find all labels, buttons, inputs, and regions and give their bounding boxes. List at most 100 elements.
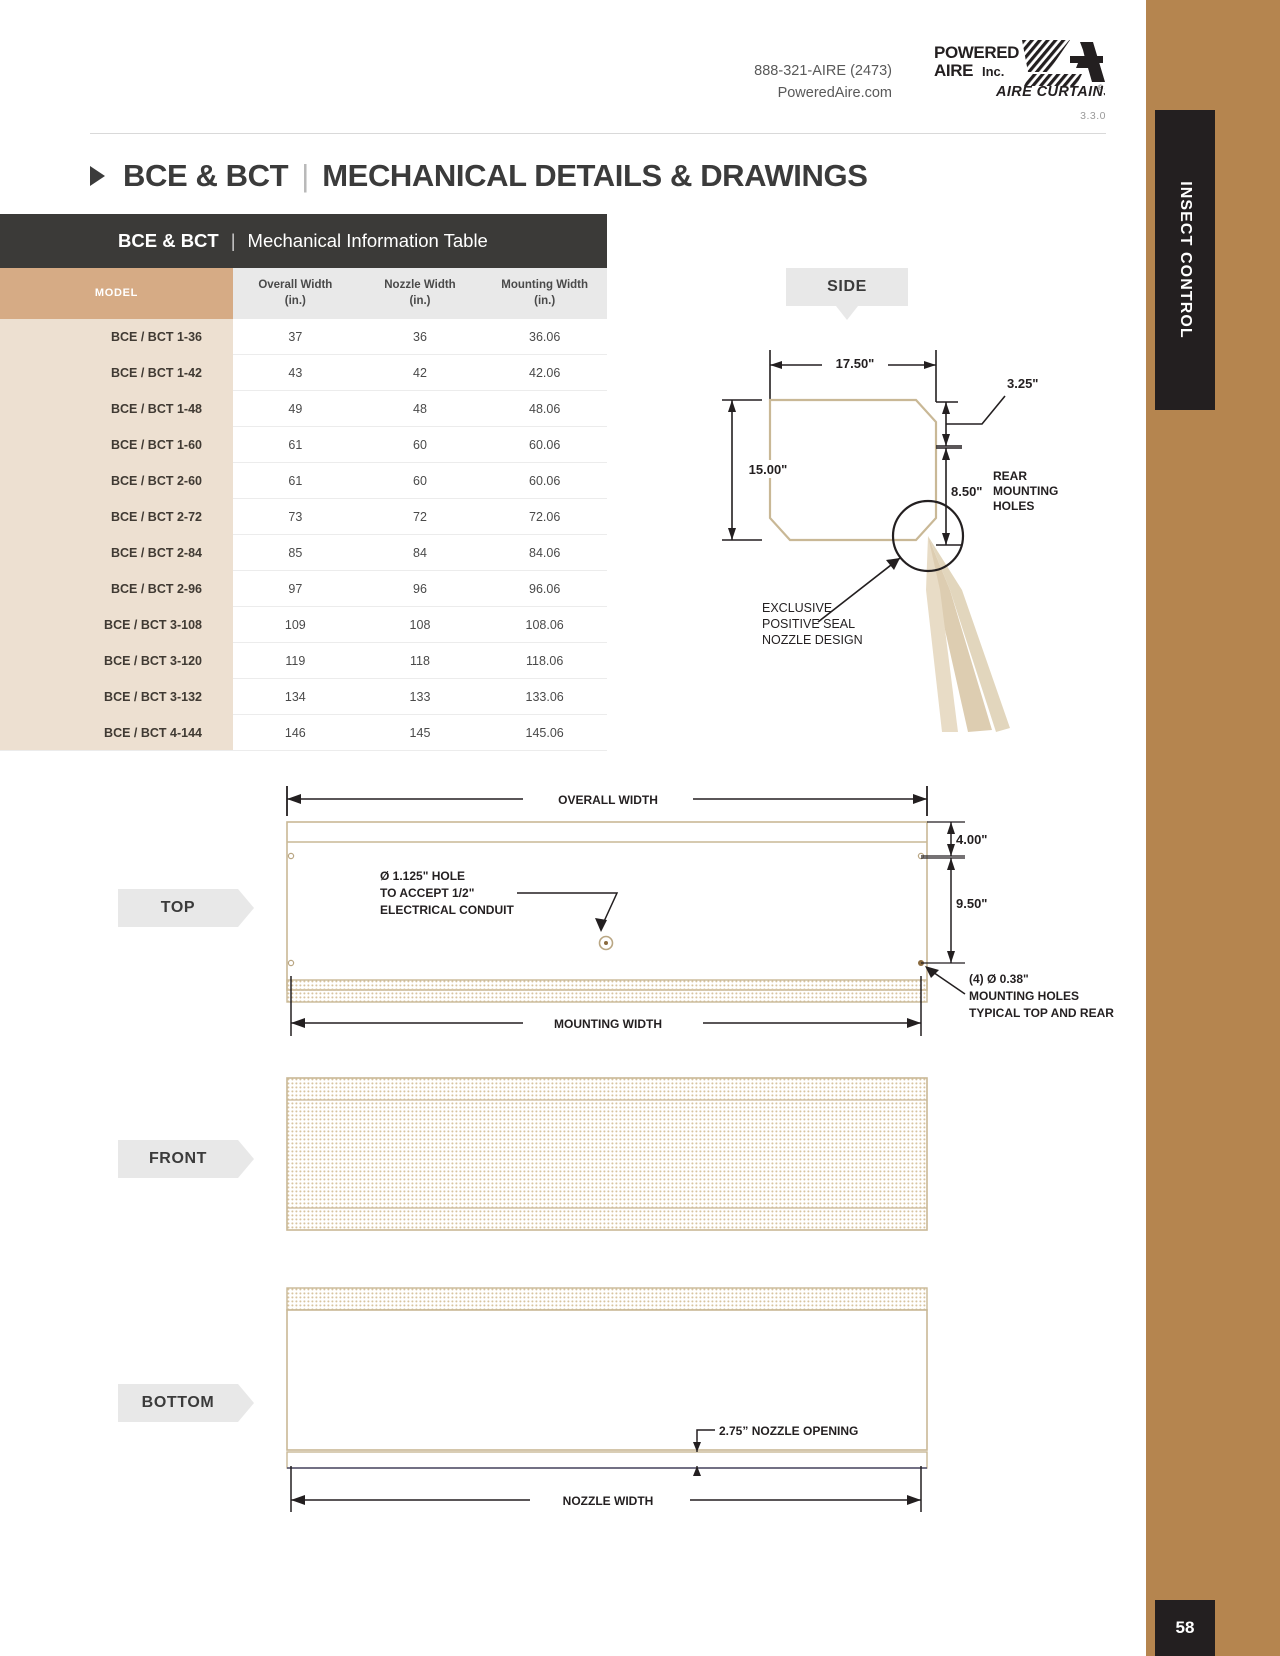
cell-model: BCE / BCT 2-72 — [0, 498, 233, 536]
cell-mounting: 84.06 — [482, 534, 607, 572]
cell-model: BCE / BCT 3-120 — [0, 642, 233, 680]
cell-overall: 37 — [233, 319, 358, 356]
table-row: BCE / BCT 3-108 109 108 108.06 — [0, 606, 607, 644]
svg-text:Inc.: Inc. — [982, 64, 1004, 79]
website-url: PoweredAire.com — [777, 85, 892, 102]
contact-info: 888-321-AIRE (2473) PoweredAire.com — [660, 60, 892, 105]
cell-nozzle: 145 — [357, 714, 483, 752]
cell-overall: 146 — [233, 714, 358, 752]
bottom-note-nozzle-opening: 2.75” NOZZLE OPENING — [719, 1424, 858, 1438]
table-row: BCE / BCT 1-48 49 48 48.06 — [0, 390, 607, 428]
table-row: BCE / BCT 2-96 97 96 96.06 — [0, 570, 607, 608]
bottom-view-drawing: 2.75” NOZZLE OPENING NOZZLE WIDTH — [286, 1287, 928, 1512]
svg-text:®: ® — [1098, 84, 1104, 92]
cell-mounting: 108.06 — [482, 606, 607, 644]
catalog-page: INSECT CONTROL 58 888-321-AIRE (2473) Po… — [0, 0, 1280, 1656]
cell-mounting: 118.06 — [482, 642, 607, 680]
category-tab-label: INSECT CONTROL — [1177, 181, 1194, 339]
side-view-drawing: 17.50" 15.00" 3.25" 8.50" REAR MOUNTING … — [722, 350, 1058, 732]
cell-nozzle: 72 — [357, 498, 483, 536]
top-note-conduit-line3: ELECTRICAL CONDUIT — [380, 903, 514, 917]
svg-text:AIRE CURTAINS: AIRE CURTAINS — [995, 84, 1105, 100]
cell-model: BCE / BCT 3-108 — [0, 606, 233, 644]
column-header-overall-line1: Overall Width — [258, 279, 333, 291]
phone-number: 888-321-AIRE (2473) — [754, 63, 892, 79]
top-note-conduit-line2: TO ACCEPT 1/2" — [380, 886, 474, 900]
view-tab-bottom-label: BOTTOM — [141, 1394, 215, 1411]
cell-overall: 119 — [233, 642, 358, 680]
side-dim-bottom-offset: 8.50" — [951, 484, 982, 499]
header-divider — [90, 133, 1106, 134]
powered-aire-logo: POWERED AIRE Inc. AIRE CURTAINS ® — [930, 38, 1105, 100]
column-header-nozzle-width: Nozzle Width (in.) — [357, 268, 483, 320]
cell-nozzle: 84 — [357, 534, 483, 572]
column-header-nozzle-line2: (in.) — [409, 294, 431, 307]
table-title-model: BCE & BCT — [118, 230, 219, 251]
side-note-nozzle-line3: NOZZLE DESIGN — [762, 633, 863, 647]
side-note-rear-line3: HOLES — [993, 499, 1034, 513]
table-row: BCE / BCT 1-36 37 36 36.06 — [0, 319, 607, 356]
top-dim-9-5: 9.50" — [956, 896, 987, 911]
cell-model: BCE / BCT 2-84 — [0, 534, 233, 572]
side-note-rear-line1: REAR — [993, 469, 1027, 483]
table-row: BCE / BCT 3-132 134 133 133.06 — [0, 678, 607, 716]
cell-nozzle: 60 — [357, 426, 483, 464]
spec-table: MODEL Overall Width (in.) Nozzle Width (… — [0, 268, 607, 752]
column-header-mounting-line1: Mounting Width — [501, 279, 589, 291]
cell-mounting: 48.06 — [482, 390, 607, 428]
table-row: BCE / BCT 2-72 73 72 72.06 — [0, 498, 607, 536]
table-title-divider: | — [230, 230, 236, 251]
column-header-mounting-line2: (in.) — [534, 294, 556, 307]
side-dim-width: 17.50" — [836, 356, 875, 371]
column-header-nozzle-line1: Nozzle Width — [384, 279, 456, 291]
side-dim-top-offset: 3.25" — [1007, 376, 1038, 391]
category-tab: INSECT CONTROL — [1155, 110, 1215, 410]
page-number: 58 — [1175, 1618, 1195, 1637]
cell-overall: 109 — [233, 606, 358, 644]
cell-overall: 73 — [233, 498, 358, 536]
table-header-row: MODEL Overall Width (in.) Nozzle Width (… — [0, 268, 607, 320]
cell-overall: 61 — [233, 462, 358, 500]
page-title-subject: MECHANICAL DETAILS & DRAWINGS — [322, 158, 868, 193]
page-title-divider: | — [301, 158, 310, 193]
cell-mounting: 60.06 — [482, 426, 607, 464]
cell-overall: 43 — [233, 354, 358, 392]
view-tab-side-label: SIDE — [827, 278, 867, 295]
cell-model: BCE / BCT 4-144 — [0, 714, 233, 752]
column-header-overall-width: Overall Width (in.) — [233, 268, 358, 320]
cell-nozzle: 133 — [357, 678, 483, 716]
svg-text:AIRE: AIRE — [934, 61, 973, 80]
svg-text:POWERED: POWERED — [934, 43, 1019, 62]
cell-mounting: 36.06 — [482, 319, 607, 356]
view-tab-top: TOP — [118, 889, 254, 927]
cell-nozzle: 36 — [357, 319, 483, 356]
table-row: BCE / BCT 1-42 43 42 42.06 — [0, 354, 607, 392]
bottom-dim-nozzle-width: NOZZLE WIDTH — [563, 1494, 654, 1508]
page-title: BCE & BCT | MECHANICAL DETAILS & DRAWING… — [90, 154, 868, 198]
cell-overall: 49 — [233, 390, 358, 428]
cell-mounting: 60.06 — [482, 462, 607, 500]
cell-model: BCE / BCT 2-96 — [0, 570, 233, 608]
cell-model: BCE / BCT 3-132 — [0, 678, 233, 716]
view-tab-front-label: FRONT — [148, 1150, 208, 1167]
column-header-mounting-width: Mounting Width (in.) — [482, 268, 607, 320]
view-tab-top-label: TOP — [160, 899, 196, 916]
cell-nozzle: 42 — [357, 354, 483, 392]
cell-overall: 85 — [233, 534, 358, 572]
column-header-model-line1: MODEL — [94, 287, 139, 300]
table-row: BCE / BCT 2-60 61 60 60.06 — [0, 462, 607, 500]
top-dim-4: 4.00" — [956, 832, 987, 847]
cell-nozzle: 108 — [357, 606, 483, 644]
side-dim-height: 15.00" — [749, 462, 788, 477]
nozzle-spray-graphic — [926, 536, 1010, 732]
column-header-overall-line2: (in.) — [284, 294, 306, 307]
table-row: BCE / BCT 3-120 119 118 118.06 — [0, 642, 607, 680]
cell-nozzle: 96 — [357, 570, 483, 608]
table-row: BCE / BCT 2-84 85 84 84.06 — [0, 534, 607, 572]
cell-nozzle: 60 — [357, 462, 483, 500]
cell-nozzle: 48 — [357, 390, 483, 428]
mechanical-information-table: BCE & BCT | Mechanical Information Table… — [0, 214, 607, 752]
top-note-holes-line1: (4) Ø 0.38" — [969, 972, 1029, 986]
top-view-drawing: OVERALL WIDTH Ø 1.125" HOLE TO ACCEPT 1/… — [286, 786, 1114, 1036]
view-tab-front: FRONT — [118, 1140, 254, 1178]
